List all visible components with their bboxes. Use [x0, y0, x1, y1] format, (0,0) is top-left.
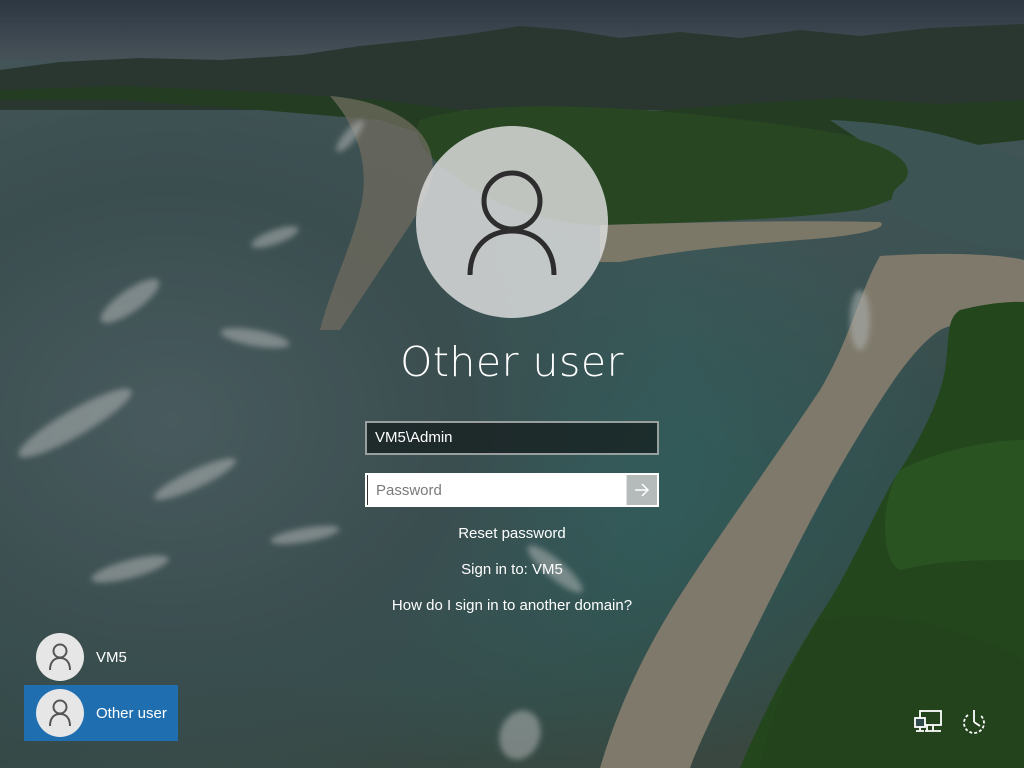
username-field[interactable]: VM5\Admin — [365, 421, 659, 455]
power-icon — [963, 710, 985, 734]
user-avatar — [36, 689, 84, 737]
password-input[interactable] — [367, 475, 626, 505]
submit-button[interactable] — [626, 475, 657, 505]
selected-user-name: Other user — [400, 338, 624, 386]
domain-help-link[interactable]: How do I sign in to another domain? — [312, 597, 712, 614]
user-avatar — [36, 633, 84, 681]
arrow-right-icon — [635, 483, 650, 497]
login-screen: Other user VM5\Admin Reset password Sign… — [0, 0, 1024, 768]
person-icon — [49, 699, 71, 727]
user-tile-label: Other user — [96, 704, 167, 722]
person-icon — [49, 643, 71, 671]
network-icon — [914, 710, 942, 732]
user-tile-other-user[interactable]: Other user — [24, 685, 178, 741]
password-box — [365, 473, 659, 507]
user-tile-vm5[interactable]: VM5 — [24, 629, 178, 685]
network-button[interactable] — [912, 706, 944, 738]
user-avatar-large — [416, 126, 608, 318]
power-button[interactable] — [958, 706, 990, 738]
person-icon — [467, 170, 557, 276]
sign-in-to-label: Sign in to: VM5 — [461, 561, 563, 578]
reset-password-link[interactable]: Reset password — [312, 525, 712, 542]
user-tile-label: VM5 — [96, 648, 127, 666]
